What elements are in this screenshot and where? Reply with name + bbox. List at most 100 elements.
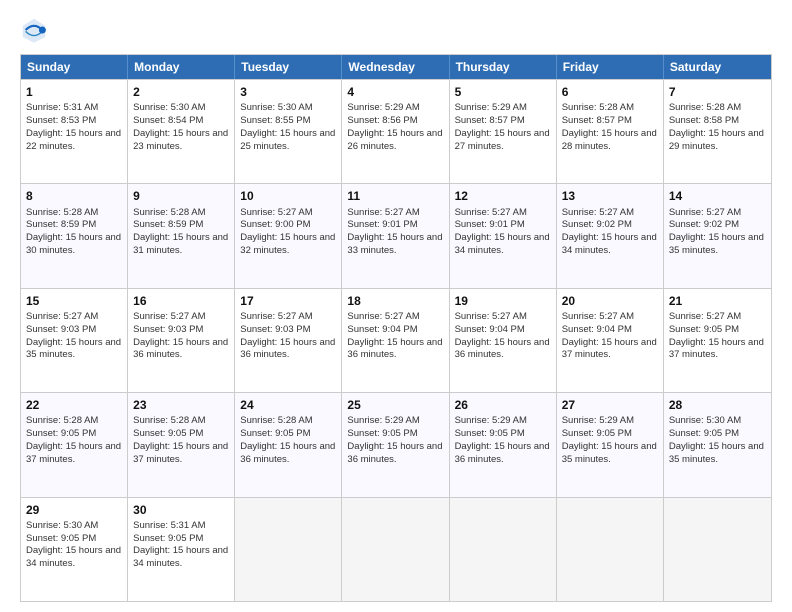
daylight: Daylight: 15 hours and 36 minutes. xyxy=(455,441,550,465)
day-cell-7: 7Sunrise: 5:28 AMSunset: 8:58 PMDaylight… xyxy=(664,80,771,183)
daylight: Daylight: 15 hours and 28 minutes. xyxy=(562,128,657,152)
day-number: 23 xyxy=(133,397,229,413)
day-number: 30 xyxy=(133,502,229,518)
daylight: Daylight: 15 hours and 27 minutes. xyxy=(455,128,550,152)
sunset: Sunset: 9:02 PM xyxy=(669,219,739,230)
sunset: Sunset: 9:05 PM xyxy=(669,428,739,439)
calendar-row-2: 8Sunrise: 5:28 AMSunset: 8:59 PMDaylight… xyxy=(21,183,771,287)
daylight: Daylight: 15 hours and 36 minutes. xyxy=(455,337,550,361)
sunset: Sunset: 9:05 PM xyxy=(26,428,96,439)
sunset: Sunset: 9:04 PM xyxy=(562,324,632,335)
calendar-row-5: 29Sunrise: 5:30 AMSunset: 9:05 PMDayligh… xyxy=(21,497,771,601)
daylight: Daylight: 15 hours and 34 minutes. xyxy=(133,545,228,569)
day-number: 18 xyxy=(347,293,443,309)
sunset: Sunset: 9:00 PM xyxy=(240,219,310,230)
day-number: 24 xyxy=(240,397,336,413)
day-cell-30: 30 Sunrise: 5:31 AM Sunset: 9:05 PMDayligh… xyxy=(128,498,235,601)
day-number: 19 xyxy=(455,293,551,309)
page: SundayMondayTuesdayWednesdayThursdayFrid… xyxy=(0,0,792,612)
sunset: Sunset: 9:05 PM xyxy=(455,428,525,439)
empty-cell xyxy=(450,498,557,601)
calendar-body: 1 Sunrise: 5:31 AM Sunset: 8:53 PM Daylight… xyxy=(21,79,771,601)
sunset: Sunset: 9:03 PM xyxy=(240,324,310,335)
day-number: 12 xyxy=(455,188,551,204)
day-cell-9: 9Sunrise: 5:28 AMSunset: 8:59 PMDaylight… xyxy=(128,184,235,287)
sunrise: Sunrise: 5:28 AM xyxy=(133,415,205,426)
sunset: Sunset: 8:53 PM xyxy=(26,115,96,126)
daylight: Daylight: 15 hours and 26 minutes. xyxy=(347,128,442,152)
sunset: Sunset: 9:05 PM xyxy=(562,428,632,439)
sunrise: Sunrise: 5:27 AM xyxy=(26,311,98,322)
day-cell-17: 17Sunrise: 5:27 AMSunset: 9:03 PMDayligh… xyxy=(235,289,342,392)
daylight: Daylight: 15 hours and 22 minutes. xyxy=(26,128,121,152)
calendar-row-1: 1Sunrise: 5:31 AMSunset: 8:53 PMDaylight… xyxy=(21,79,771,183)
sunrise: Sunrise: 5:27 AM xyxy=(455,311,527,322)
header-day-tuesday: Tuesday xyxy=(235,55,342,79)
sunrise: Sunrise: 5:28 AM xyxy=(26,207,98,218)
sunset: Sunset: 9:05 PM xyxy=(347,428,417,439)
day-cell-24: 24Sunrise: 5:28 AMSunset: 9:05 PMDayligh… xyxy=(235,393,342,496)
day-number: 27 xyxy=(562,397,658,413)
calendar: SundayMondayTuesdayWednesdayThursdayFrid… xyxy=(20,54,772,602)
sunset: Sunset: 8:56 PM xyxy=(347,115,417,126)
daylight: Daylight: 15 hours and 25 minutes. xyxy=(240,128,335,152)
daylight: Daylight: 15 hours and 37 minutes. xyxy=(669,337,764,361)
sunrise: Sunrise: 5:28 AM xyxy=(133,207,205,218)
daylight: Daylight: 15 hours and 30 minutes. xyxy=(26,232,121,256)
sunset: Sunset: 9:04 PM xyxy=(455,324,525,335)
day-cell-16: 16Sunrise: 5:27 AMSunset: 9:03 PMDayligh… xyxy=(128,289,235,392)
sunset: Sunset: 9:01 PM xyxy=(347,219,417,230)
day-number: 3 xyxy=(240,84,336,100)
day-cell-14: 14Sunrise: 5:27 AMSunset: 9:02 PMDayligh… xyxy=(664,184,771,287)
day-number: 20 xyxy=(562,293,658,309)
day-cell-11: 11Sunrise: 5:27 AMSunset: 9:01 PMDayligh… xyxy=(342,184,449,287)
day-number: 17 xyxy=(240,293,336,309)
sunset: Sunset: 9:05 PM xyxy=(133,533,203,544)
day-cell-29: 29Sunrise: 5:30 AMSunset: 9:05 PMDayligh… xyxy=(21,498,128,601)
day-cell-6: 6Sunrise: 5:28 AMSunset: 8:57 PMDaylight… xyxy=(557,80,664,183)
header-day-wednesday: Wednesday xyxy=(342,55,449,79)
sunrise: Sunrise: 5:30 AM xyxy=(240,102,312,113)
day-cell-27: 27Sunrise: 5:29 AMSunset: 9:05 PMDayligh… xyxy=(557,393,664,496)
daylight: Daylight: 15 hours and 35 minutes. xyxy=(669,232,764,256)
calendar-header: SundayMondayTuesdayWednesdayThursdayFrid… xyxy=(21,55,771,79)
daylight: Daylight: 15 hours and 31 minutes. xyxy=(133,232,228,256)
daylight: Daylight: 15 hours and 36 minutes. xyxy=(347,441,442,465)
empty-cell xyxy=(557,498,664,601)
day-cell-22: 22Sunrise: 5:28 AMSunset: 9:05 PMDayligh… xyxy=(21,393,128,496)
day-cell-25: 25Sunrise: 5:29 AMSunset: 9:05 PMDayligh… xyxy=(342,393,449,496)
sunset: Sunset: 9:01 PM xyxy=(455,219,525,230)
day-cell-2: 2Sunrise: 5:30 AMSunset: 8:54 PMDaylight… xyxy=(128,80,235,183)
header xyxy=(20,16,772,44)
day-cell-15: 15Sunrise: 5:27 AMSunset: 9:03 PMDayligh… xyxy=(21,289,128,392)
sunrise: Sunrise: 5:27 AM xyxy=(347,207,419,218)
sunset: Sunset: 9:02 PM xyxy=(562,219,632,230)
sunset: Sunset: 8:57 PM xyxy=(562,115,632,126)
sunrise: Sunrise: 5:28 AM xyxy=(240,415,312,426)
daylight: Daylight: 15 hours and 34 minutes. xyxy=(562,232,657,256)
day-number: 10 xyxy=(240,188,336,204)
day-number: 2 xyxy=(133,84,229,100)
daylight: Daylight: 15 hours and 35 minutes. xyxy=(26,337,121,361)
daylight: Daylight: 15 hours and 35 minutes. xyxy=(562,441,657,465)
sunrise: Sunrise: 5:31 AM xyxy=(133,520,205,531)
day-number: 25 xyxy=(347,397,443,413)
day-cell-18: 18Sunrise: 5:27 AMSunset: 9:04 PMDayligh… xyxy=(342,289,449,392)
daylight: Daylight: 15 hours and 36 minutes. xyxy=(347,337,442,361)
sunrise: Sunrise: 5:28 AM xyxy=(26,415,98,426)
day-number: 28 xyxy=(669,397,766,413)
calendar-row-4: 22Sunrise: 5:28 AMSunset: 9:05 PMDayligh… xyxy=(21,392,771,496)
day-number: 1 xyxy=(26,84,122,100)
header-day-friday: Friday xyxy=(557,55,664,79)
empty-cell xyxy=(235,498,342,601)
day-cell-28: 28Sunrise: 5:30 AMSunset: 9:05 PMDayligh… xyxy=(664,393,771,496)
sunrise: Sunrise: 5:30 AM xyxy=(669,415,741,426)
sunset: Sunset: 8:55 PM xyxy=(240,115,310,126)
day-number: 6 xyxy=(562,84,658,100)
sunrise: Sunrise: 5:30 AM xyxy=(26,520,98,531)
day-cell-4: 4Sunrise: 5:29 AMSunset: 8:56 PMDaylight… xyxy=(342,80,449,183)
calendar-row-3: 15Sunrise: 5:27 AMSunset: 9:03 PMDayligh… xyxy=(21,288,771,392)
sunrise: Sunrise: 5:27 AM xyxy=(562,207,634,218)
sunset: Sunset: 9:05 PM xyxy=(240,428,310,439)
sunrise: Sunrise: 5:27 AM xyxy=(669,207,741,218)
